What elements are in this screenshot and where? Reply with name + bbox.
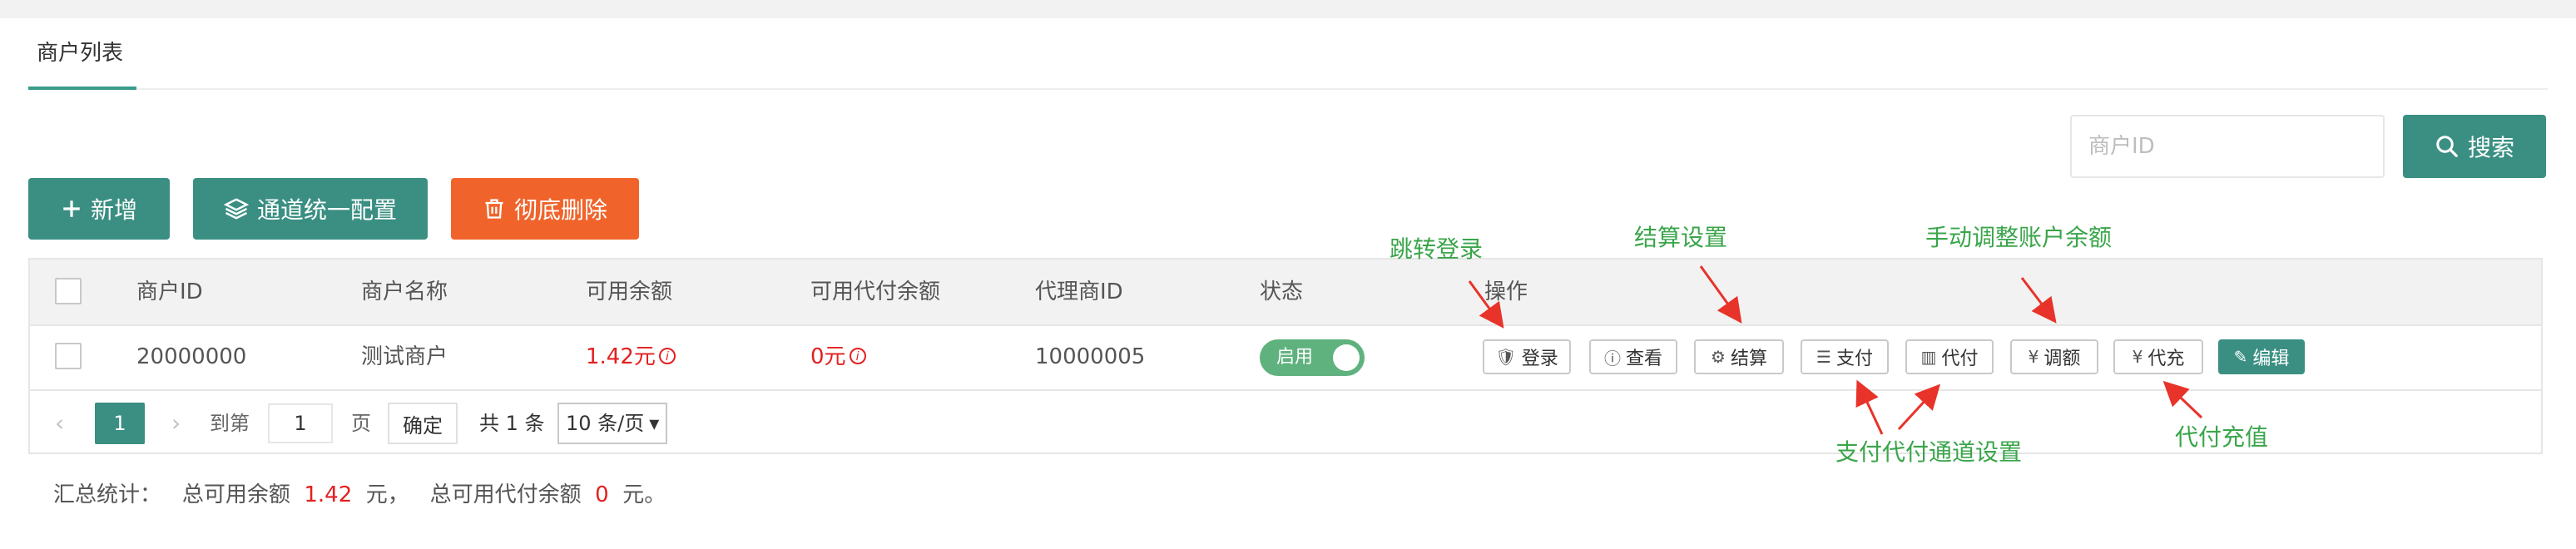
goto-page-input[interactable]: [268, 403, 333, 443]
summary-label: 汇总统计：: [53, 482, 162, 507]
next-page-button[interactable]: ›: [171, 403, 181, 444]
tab-bar: 商户列表: [28, 18, 2548, 90]
permanent-delete-button[interactable]: 彻底删除: [451, 178, 639, 240]
status-toggle[interactable]: 启用: [1260, 339, 1365, 376]
summary-balance-prefix: 总可用余额: [181, 482, 290, 507]
login-button[interactable]: 🛡 登录: [1483, 339, 1571, 374]
status-toggle-label: 启用: [1276, 347, 1314, 368]
view-label: 查看: [1625, 349, 1662, 369]
annotation-jump-login: 跳转登录: [1390, 235, 1484, 263]
adjust-balance-button[interactable]: ¥ 调额: [2010, 339, 2098, 374]
settle-label: 结算: [1730, 349, 1767, 369]
search-icon: [2436, 136, 2458, 157]
cell-payout-balance: 0元 i: [810, 324, 866, 389]
recharge-label: 代充: [2147, 349, 2185, 369]
tab-merchant-list[interactable]: 商户列表: [28, 18, 131, 87]
payout-recharge-button[interactable]: ¥ 代充: [2113, 339, 2203, 374]
balance-value: 1.42元: [586, 344, 656, 369]
summary-balance-suffix: 元，: [365, 482, 409, 507]
select-all-checkbox[interactable]: [55, 278, 82, 304]
page-1-button[interactable]: 1: [95, 403, 145, 444]
page-size-value: 10 条/页: [566, 412, 645, 435]
pay-label: 支付: [1835, 349, 1873, 369]
info-icon: ⓘ: [1603, 348, 1621, 368]
delete-button-label: 彻底删除: [513, 196, 607, 224]
edit-label: 编辑: [2252, 349, 2290, 369]
prev-page-button[interactable]: ‹: [55, 403, 64, 444]
page-size-select[interactable]: 10 条/页 ▾: [557, 403, 668, 444]
channel-config-button[interactable]: 通道统一配置: [193, 178, 428, 240]
yen-icon: ¥: [2028, 347, 2039, 367]
merchant-table: 商户ID 商户名称 可用余额 可用代付余额 代理商ID 状态 操作 200000…: [28, 258, 2543, 454]
annotation-payout-recharge: 代付充值: [2175, 423, 2269, 451]
annotation-channel-settings: 支付代付通道设置: [1835, 438, 2023, 466]
view-button[interactable]: ⓘ 查看: [1589, 339, 1677, 374]
add-button[interactable]: 新增: [28, 178, 170, 240]
header-payout-balance: 可用代付余额: [810, 279, 941, 304]
header-status: 状态: [1260, 279, 1304, 304]
trash-icon: [485, 199, 503, 219]
login-label: 登录: [1521, 349, 1558, 369]
settle-button[interactable]: ⚙ 结算: [1694, 339, 1784, 374]
summary-balance-value: 1.42: [304, 482, 353, 507]
payout-channel-button[interactable]: ▥ 代付: [1905, 339, 1994, 374]
shield-check-icon: 🛡: [1495, 347, 1517, 367]
plus-icon: [63, 200, 80, 217]
pencil-icon: ✎: [2233, 347, 2248, 367]
info-icon[interactable]: i: [658, 348, 676, 364]
table-row: 20000000 测试商户 1.42元 i 0元 i 10000005 启用 🛡 登…: [30, 324, 2541, 391]
search-button[interactable]: 搜索: [2403, 115, 2546, 178]
cell-agent-id: 10000005: [1035, 344, 1146, 369]
search-button-label: 搜索: [2467, 134, 2514, 161]
pagination: ‹ 1 › 到第 页 确定 共 1 条 10 条/页 ▾: [30, 391, 2541, 454]
layers-icon: [223, 198, 249, 220]
goto-label: 到第: [210, 412, 250, 435]
pay-channel-button[interactable]: ☰ 支付: [1801, 339, 1889, 374]
tab-label: 商户列表: [37, 41, 124, 66]
gear-icon: ⚙: [1711, 347, 1726, 367]
annotation-manual-adjust: 手动调整账户余额: [1925, 224, 2113, 251]
merchant-id-search-input[interactable]: [2070, 115, 2385, 178]
summary-payout-suffix: 元。: [622, 482, 666, 507]
annotation-settle-settings: 结算设置: [1634, 224, 1728, 251]
summary-stats: 汇总统计： 总可用余额 1.42 元， 总可用代付余额 0 元。: [53, 477, 666, 508]
header-merchant-name: 商户名称: [361, 279, 448, 304]
goto-confirm-button[interactable]: 确定: [388, 403, 458, 444]
yen-icon: ¥: [2132, 347, 2143, 367]
cell-merchant-id: 20000000: [136, 344, 247, 369]
header-agent-id: 代理商ID: [1035, 279, 1123, 304]
book-icon: ▥: [1920, 347, 1937, 367]
layers-icon: ☰: [1816, 347, 1831, 367]
summary-payout-prefix: 总可用代付余额: [429, 482, 582, 507]
header-merchant-id: 商户ID: [136, 279, 203, 304]
page-unit-label: 页: [351, 412, 371, 435]
table-header: 商户ID 商户名称 可用余额 可用代付余额 代理商ID 状态 操作: [30, 260, 2541, 326]
total-count: 共 1 条: [479, 412, 545, 435]
toggle-knob: [1333, 344, 1360, 371]
payout-balance-value: 0元: [810, 344, 846, 369]
adjust-label: 调额: [2043, 349, 2081, 369]
info-icon[interactable]: i: [849, 348, 866, 364]
payout-label: 代付: [1941, 349, 1979, 369]
header-balance: 可用余额: [586, 279, 673, 304]
summary-payout-value: 0: [595, 482, 609, 507]
tab-active-indicator: [28, 87, 136, 90]
cell-merchant-name: 测试商户: [361, 344, 448, 369]
add-button-label: 新增: [90, 196, 137, 224]
cell-balance: 1.42元 i: [586, 324, 676, 389]
header-actions: 操作: [1484, 279, 1528, 304]
row-checkbox[interactable]: [55, 343, 82, 369]
channel-config-label: 通道统一配置: [256, 196, 397, 224]
chevron-down-icon: ▾: [649, 412, 660, 435]
edit-button[interactable]: ✎ 编辑: [2218, 339, 2305, 374]
